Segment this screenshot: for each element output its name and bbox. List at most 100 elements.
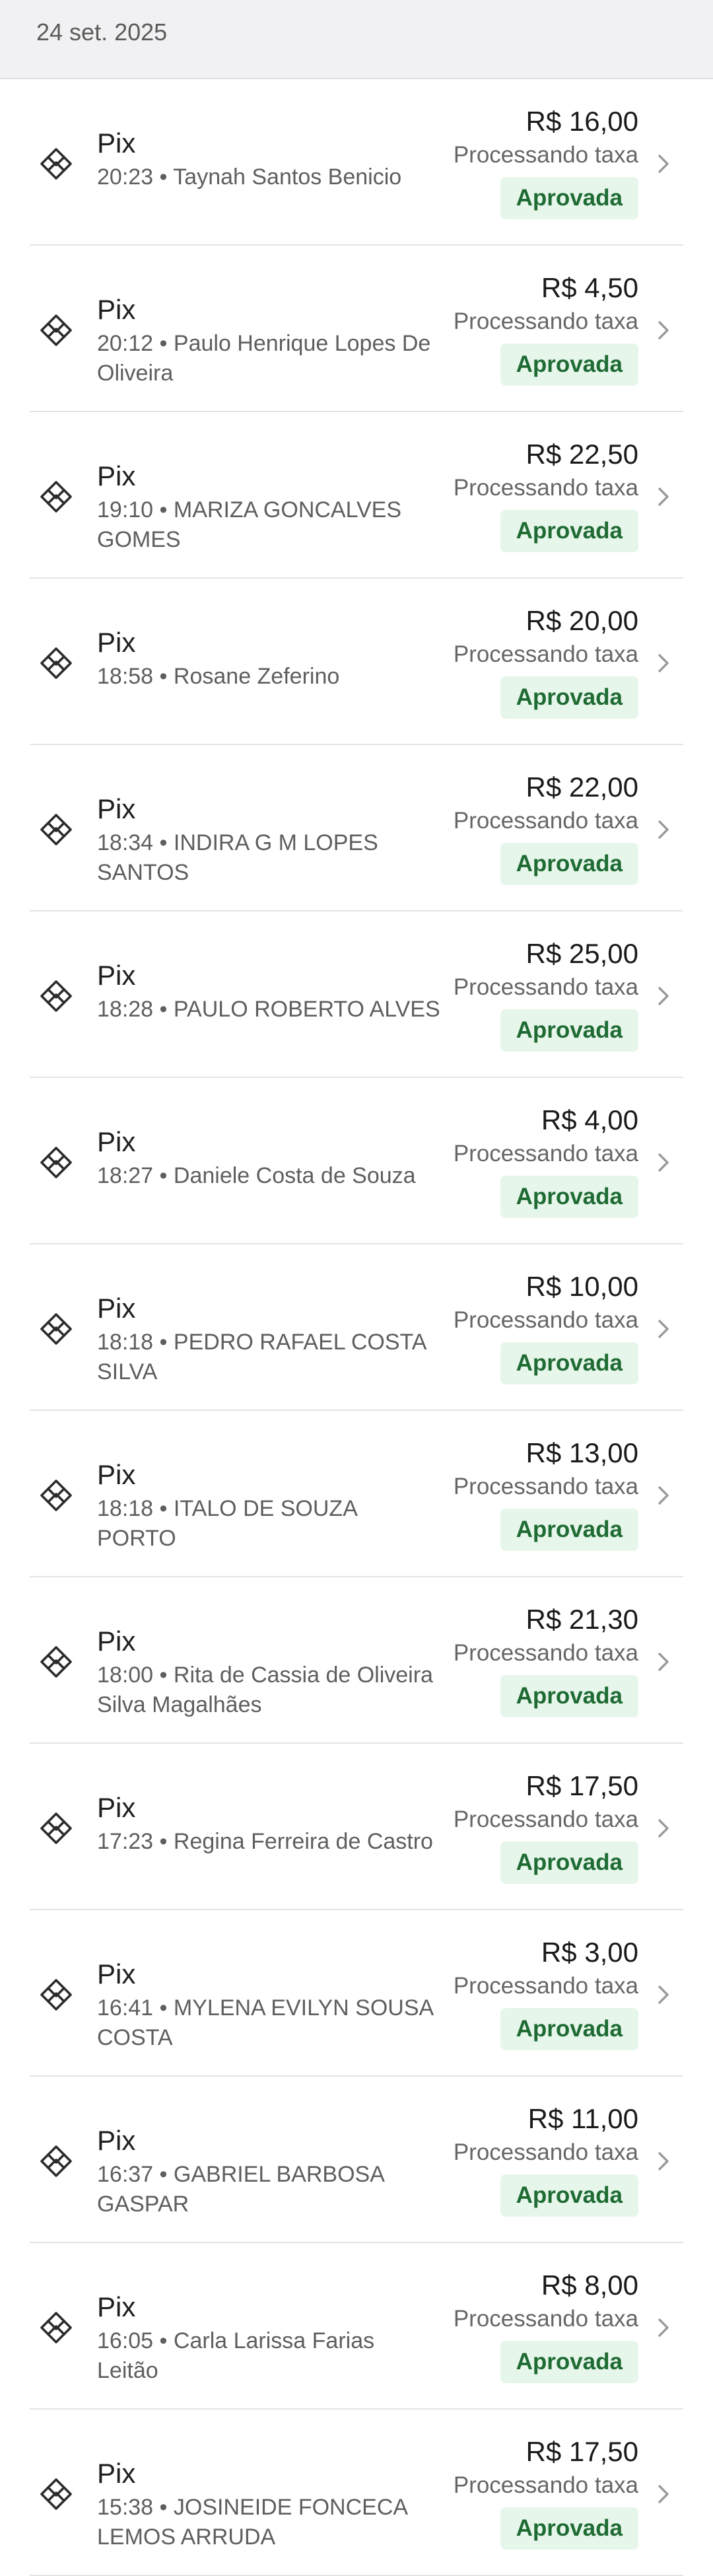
- transaction-details: 18:18 • PEDRO RAFAEL COSTA SILVA: [97, 1328, 440, 1387]
- transaction-row[interactable]: Pix 16:41 • MYLENA EVILYN SOUSA COSTA R$…: [30, 1910, 683, 2077]
- transaction-details: 18:18 • ITALO DE SOUZA PORTO: [97, 1494, 440, 1554]
- transaction-amount: R$ 25,00: [526, 938, 638, 969]
- transaction-row[interactable]: Pix 18:18 • ITALO DE SOUZA PORTO R$ 13,0…: [30, 1411, 683, 1577]
- transaction-row[interactable]: Pix 18:18 • PEDRO RAFAEL COSTA SILVA R$ …: [30, 1244, 683, 1411]
- transaction-row[interactable]: Pix 20:12 • Paulo Henrique Lopes De Oliv…: [30, 246, 683, 412]
- transaction-method: Pix: [97, 127, 136, 159]
- chevron-right-icon[interactable]: [652, 1484, 675, 1507]
- chevron-right-icon[interactable]: [652, 485, 675, 509]
- transaction-time: 18:28: [97, 997, 154, 1022]
- fee-status: Processando taxa: [453, 475, 638, 501]
- status-badge: Aprovada: [500, 843, 638, 885]
- transaction-method: Pix: [97, 793, 136, 824]
- transaction-row[interactable]: Pix 16:37 • GABRIEL BARBOSA GASPAR R$ 11…: [30, 2077, 683, 2243]
- pix-icon: [39, 812, 73, 847]
- transaction-time: 16:41: [97, 1995, 154, 2021]
- pix-icon: [39, 480, 73, 514]
- transaction-details: 18:34 • INDIRA G M LOPES SANTOS: [97, 828, 440, 888]
- transaction-amount: R$ 22,50: [526, 439, 638, 470]
- separator-dot: •: [159, 1330, 174, 1355]
- transaction-method: Pix: [97, 294, 136, 325]
- transaction-amount: R$ 4,00: [541, 1104, 638, 1135]
- chevron-right-icon[interactable]: [652, 984, 675, 1008]
- status-badge: Aprovada: [500, 2507, 638, 2550]
- separator-dot: •: [159, 2162, 174, 2187]
- transaction-row[interactable]: Pix 18:28 • PAULO ROBERTO ALVES R$ 25,00…: [30, 912, 683, 1078]
- separator-dot: •: [159, 2495, 174, 2520]
- pix-icon: [39, 1645, 73, 1679]
- fee-status: Processando taxa: [453, 1640, 638, 1666]
- transaction-details: 18:00 • Rita de Cassia de Oliveira Silva…: [97, 1661, 440, 1720]
- date-header: 24 set. 2025: [0, 0, 713, 79]
- status-badge: Aprovada: [500, 676, 638, 719]
- transaction-details: 20:23 • Taynah Santos Benicio: [97, 162, 440, 192]
- transaction-time: 16:05: [97, 2328, 154, 2353]
- transaction-amount: R$ 16,00: [526, 106, 638, 137]
- status-badge: Aprovada: [500, 2008, 638, 2050]
- separator-dot: •: [159, 1663, 174, 1688]
- transaction-time: 18:27: [97, 1163, 154, 1188]
- status-badge: Aprovada: [500, 1509, 638, 1551]
- transaction-amount: R$ 17,50: [526, 2436, 638, 2467]
- chevron-right-icon[interactable]: [652, 318, 675, 342]
- payer-name: Regina Ferreira de Castro: [173, 1829, 433, 1854]
- payer-name: Rosane Zeferino: [173, 664, 340, 689]
- transaction-row[interactable]: Pix 18:58 • Rosane Zeferino R$ 20,00 Pro…: [30, 579, 683, 745]
- transaction-method: Pix: [97, 1293, 136, 1324]
- fee-status: Processando taxa: [453, 1141, 638, 1166]
- transaction-amount: R$ 3,00: [541, 1937, 638, 1968]
- fee-status: Processando taxa: [453, 1807, 638, 1832]
- transaction-row[interactable]: Pix 17:23 • Regina Ferreira de Castro R$…: [30, 1744, 683, 1910]
- transaction-amount: R$ 8,00: [541, 2270, 638, 2301]
- chevron-right-icon[interactable]: [652, 1317, 675, 1341]
- chevron-right-icon[interactable]: [652, 1983, 675, 2007]
- transaction-method: Pix: [97, 1459, 136, 1490]
- fee-status: Processando taxa: [453, 808, 638, 834]
- transaction-row[interactable]: Pix 20:23 • Taynah Santos Benicio R$ 16,…: [30, 79, 683, 246]
- fee-status: Processando taxa: [453, 2306, 638, 2332]
- fee-status: Processando taxa: [453, 974, 638, 1000]
- pix-icon: [39, 2310, 73, 2345]
- transaction-details: 18:27 • Daniele Costa de Souza: [97, 1161, 440, 1191]
- pix-icon: [39, 979, 73, 1013]
- payer-name: Daniele Costa de Souza: [173, 1163, 416, 1188]
- chevron-right-icon[interactable]: [652, 651, 675, 675]
- status-badge: Aprovada: [500, 1009, 638, 1052]
- transaction-time: 20:23: [97, 164, 154, 190]
- chevron-right-icon[interactable]: [652, 2482, 675, 2506]
- transaction-details: 16:05 • Carla Larissa Farias Leitão: [97, 2326, 440, 2386]
- fee-status: Processando taxa: [453, 2472, 638, 2498]
- chevron-right-icon[interactable]: [652, 1151, 675, 1174]
- status-badge: Aprovada: [500, 1176, 638, 1218]
- chevron-right-icon[interactable]: [652, 818, 675, 841]
- transaction-row[interactable]: Pix 18:00 • Rita de Cassia de Oliveira S…: [30, 1577, 683, 1744]
- transaction-row[interactable]: Pix 16:05 • Carla Larissa Farias Leitão …: [30, 2243, 683, 2410]
- transaction-details: 15:38 • JOSINEIDE FONCECA LEMOS ARRUDA: [97, 2493, 440, 2552]
- chevron-right-icon[interactable]: [652, 2149, 675, 2173]
- transaction-amount: R$ 4,50: [541, 272, 638, 303]
- chevron-right-icon[interactable]: [652, 2316, 675, 2340]
- transaction-method: Pix: [97, 460, 136, 491]
- transaction-list: Pix 20:23 • Taynah Santos Benicio R$ 16,…: [30, 79, 683, 2576]
- chevron-right-icon[interactable]: [652, 152, 675, 176]
- pix-icon: [39, 2144, 73, 2178]
- transaction-row[interactable]: Pix 19:10 • MARIZA GONCALVES GOMES R$ 22…: [30, 412, 683, 579]
- transaction-row[interactable]: Pix 18:27 • Daniele Costa de Souza R$ 4,…: [30, 1078, 683, 1244]
- status-badge: Aprovada: [500, 2174, 638, 2217]
- transaction-time: 17:23: [97, 1829, 154, 1854]
- transaction-row[interactable]: Pix 15:38 • JOSINEIDE FONCECA LEMOS ARRU…: [30, 2410, 683, 2576]
- transaction-row[interactable]: Pix 18:34 • INDIRA G M LOPES SANTOS R$ 2…: [30, 745, 683, 912]
- separator-dot: •: [159, 2328, 174, 2353]
- transaction-time: 16:37: [97, 2162, 154, 2187]
- transaction-details: 16:41 • MYLENA EVILYN SOUSA COSTA: [97, 1993, 440, 2053]
- chevron-right-icon[interactable]: [652, 1650, 675, 1674]
- transaction-method: Pix: [97, 2291, 136, 2322]
- separator-dot: •: [159, 331, 174, 356]
- status-badge: Aprovada: [500, 510, 638, 552]
- transaction-method: Pix: [97, 2125, 136, 2156]
- pix-icon: [39, 1978, 73, 2012]
- status-badge: Aprovada: [500, 177, 638, 219]
- transaction-amount: R$ 22,00: [526, 771, 638, 803]
- pix-icon: [39, 1478, 73, 1513]
- chevron-right-icon[interactable]: [652, 1816, 675, 1840]
